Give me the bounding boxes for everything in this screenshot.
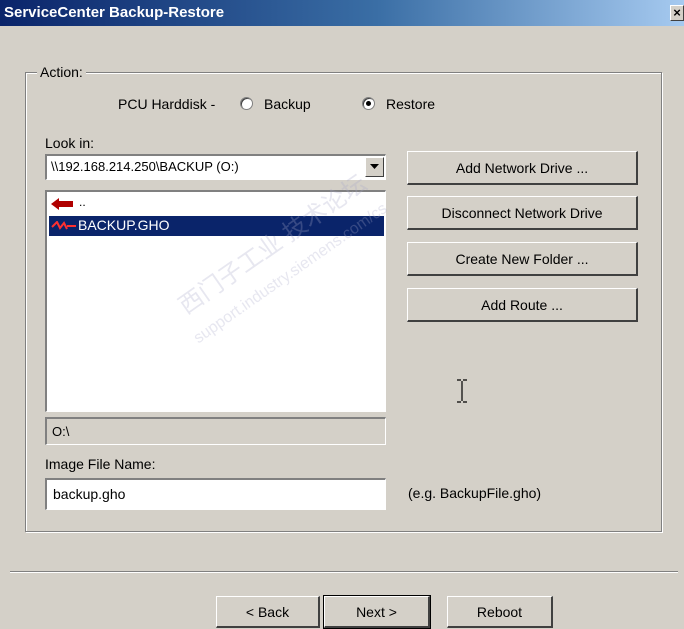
back-button-label: < Back [245,603,290,620]
window-title: ServiceCenter Backup-Restore [4,4,225,21]
create-new-folder-button[interactable]: Create New Folder ... [407,242,638,276]
back-button[interactable]: < Back [216,596,320,628]
list-item-label: BACKUP.GHO [78,217,170,233]
look-in-value: \\192.168.214.250\BACKUP (O:) [51,159,239,174]
text-cursor-icon [457,379,467,403]
list-item-backup-gho[interactable]: BACKUP.GHO [49,216,384,236]
footer-separator-highlight [10,572,678,573]
backup-radio-circle[interactable] [240,97,253,110]
title-bar: ServiceCenter Backup-Restore × [0,0,684,26]
look-in-dropdown-button[interactable] [365,157,384,177]
list-item-parent[interactable]: .. [49,195,384,213]
chevron-down-icon [370,164,379,169]
pcu-harddisk-label: PCU Harddisk - [118,96,216,112]
radio-selected-dot [366,101,371,106]
image-file-name-input[interactable]: backup.gho [45,478,386,510]
restore-radio-circle[interactable] [362,97,375,110]
next-button[interactable]: Next > [323,595,431,629]
next-button-label: Next > [356,603,397,620]
current-path-value: O:\ [52,424,70,439]
backup-radio-label: Backup [264,96,311,112]
backup-radio[interactable]: Backup [240,96,330,115]
restore-radio-label: Restore [386,96,436,112]
reboot-button-label: Reboot [476,603,523,620]
image-file-name-hint: (e.g. BackupFile.gho) [408,485,542,501]
image-file-name-label: Image File Name: [45,456,156,472]
image-file-name-value: backup.gho [53,486,126,502]
add-network-drive-button[interactable]: Add Network Drive ... [407,151,638,185]
disconnect-network-drive-button[interactable]: Disconnect Network Drive [407,196,638,230]
file-list[interactable]: .. BACKUP.GHO [45,190,386,412]
close-button[interactable]: × [670,5,684,21]
look-in-dropdown[interactable]: \\192.168.214.250\BACKUP (O:) [45,154,386,180]
current-path-display: O:\ [45,417,386,445]
up-arrow-icon [51,198,73,210]
look-in-label: Look in: [45,135,95,151]
action-group-label: Action: [37,64,86,80]
reboot-button[interactable]: Reboot [447,596,553,628]
list-item-label: .. [79,195,86,209]
restore-radio[interactable]: Restore [362,96,452,115]
close-icon: × [673,5,681,20]
add-route-button[interactable]: Add Route ... [407,288,638,322]
ghost-file-icon [51,221,76,230]
